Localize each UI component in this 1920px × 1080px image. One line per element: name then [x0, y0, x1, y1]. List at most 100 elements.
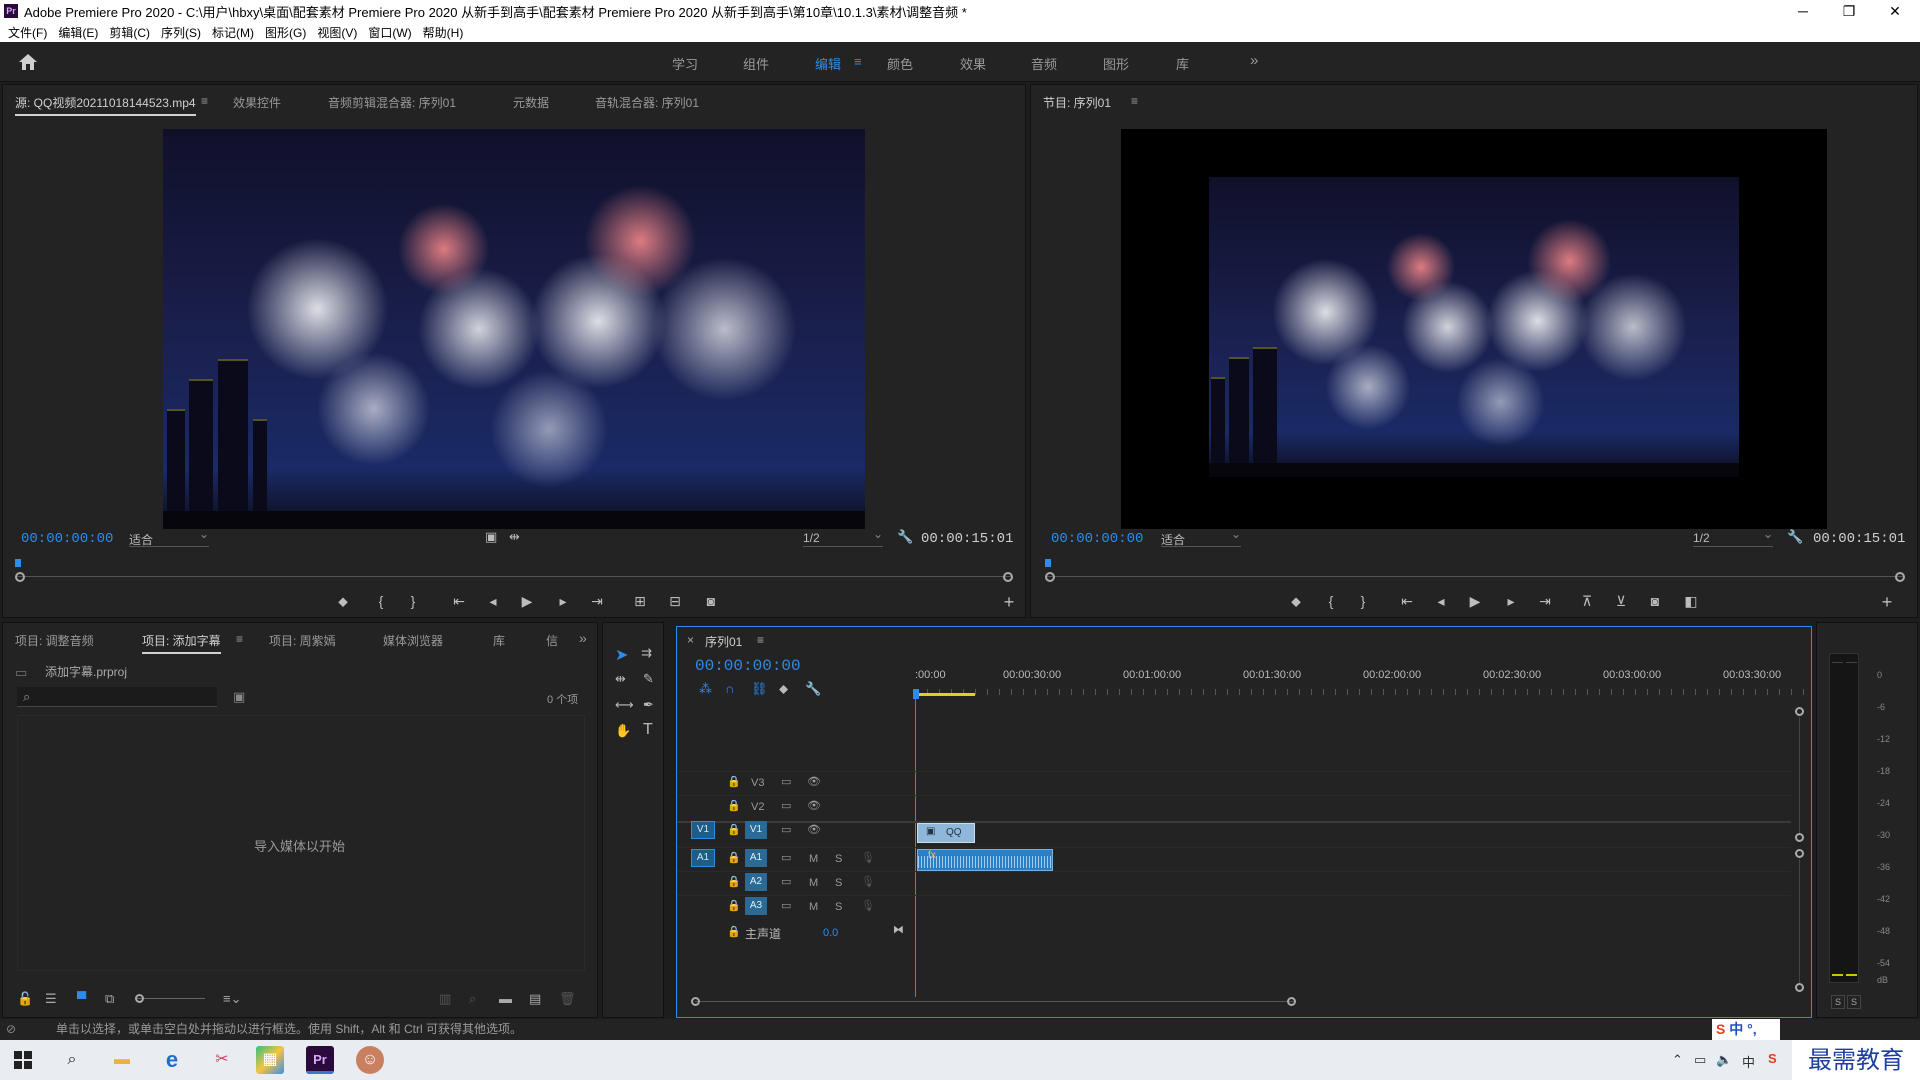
track-label-v2[interactable]: V2 — [751, 801, 764, 813]
program-timecode[interactable]: 00:00:00:00 — [1051, 531, 1143, 547]
workspace-tab-editing[interactable]: 编辑 — [815, 54, 841, 73]
workspace-tab-color[interactable]: 颜色 — [887, 54, 913, 73]
program-add-button[interactable]: + — [1877, 592, 1897, 613]
timeline-zoom-end-handle[interactable] — [1287, 997, 1296, 1006]
edge-browser-icon[interactable]: e — [158, 1046, 186, 1074]
tab-audio-clip-mixer[interactable]: 音频剪辑混合器: 序列01 — [328, 94, 456, 111]
tab-project-adjust-audio[interactable]: 项目: 调整音频 — [15, 632, 94, 649]
source-export-frame-camera-icon[interactable]: ◙ — [701, 593, 721, 609]
tab-libraries[interactable]: 库 — [493, 632, 505, 649]
a3-solo-button[interactable]: S — [835, 901, 842, 913]
ripple-edit-tool-icon[interactable]: ⇹ — [615, 671, 626, 687]
a1-voiceover-mic-icon[interactable]: 🎙 — [861, 851, 875, 864]
tab-source[interactable]: 源: QQ视频20211018144523.mp4 — [15, 94, 196, 116]
v3-eye-icon[interactable]: 👁 — [807, 775, 821, 788]
source-settings-wrench-icon[interactable]: 🔧 — [897, 529, 913, 545]
tab-program[interactable]: 节目: 序列01 — [1043, 94, 1111, 111]
source-insert-icon[interactable]: ▣ — [485, 529, 497, 545]
tray-chevron-icon[interactable]: ⌃ — [1672, 1052, 1683, 1068]
workspace-tab-graphics[interactable]: 图形 — [1103, 54, 1129, 73]
audio-scroll-top-handle[interactable] — [1795, 849, 1804, 858]
tab-info[interactable]: 信 — [546, 632, 558, 649]
program-go-to-out-button[interactable]: ⇥ — [1535, 593, 1555, 610]
a3-voiceover-mic-icon[interactable]: 🎙 — [861, 899, 875, 912]
audio-clip[interactable]: fx — [917, 849, 1053, 871]
user-photo-app-icon[interactable]: ☺ — [356, 1046, 384, 1074]
timeline-close-icon[interactable]: × — [687, 633, 694, 647]
source-playhead[interactable] — [15, 559, 21, 567]
selection-tool-icon[interactable]: ➤ — [615, 645, 628, 665]
work-area-bar[interactable] — [915, 693, 975, 696]
source-timecode[interactable]: 00:00:00:00 — [21, 531, 113, 547]
program-step-forward-button[interactable]: ▸ — [1501, 593, 1521, 610]
v2-sync-icon[interactable]: ▭ — [781, 799, 791, 812]
time-ruler[interactable]: :00:00 00:00:30:00 00:01:00:00 00:01:30:… — [915, 669, 1805, 697]
slip-tool-icon[interactable]: ⟷ — [615, 697, 634, 713]
program-resolution-dropdown[interactable]: 1/2 — [1693, 527, 1773, 547]
source-drag-icon[interactable]: ⇹ — [509, 529, 520, 545]
menu-graphics[interactable]: 图形(G) — [265, 24, 306, 41]
meter-solo-right-button[interactable]: S — [1847, 995, 1861, 1009]
zoom-slider-handle[interactable] — [135, 994, 144, 1003]
workspace-overflow-button[interactable]: » — [1250, 52, 1258, 69]
snap-magnet-icon[interactable]: ∩ — [725, 681, 734, 696]
pen-tool-icon[interactable]: ✒ — [643, 697, 654, 713]
add-marker-icon[interactable]: ⬥ — [779, 681, 788, 697]
source-mark-out-button[interactable]: } — [403, 593, 423, 609]
project-lock-icon[interactable]: 🔓 — [17, 991, 33, 1007]
track-label-v1[interactable]: V1 — [745, 821, 767, 839]
source-resolution-dropdown[interactable]: 1/2 — [803, 527, 883, 547]
workspace-tab-libraries[interactable]: 库 — [1176, 54, 1189, 73]
program-mark-in-button[interactable]: { — [1321, 593, 1341, 609]
a1-mute-button[interactable]: M — [809, 853, 818, 865]
program-go-to-in-button[interactable]: ⇤ — [1397, 593, 1417, 610]
track-label-a1[interactable]: A1 — [745, 849, 767, 867]
program-fit-dropdown[interactable]: 适合 — [1161, 527, 1241, 547]
source-zoom-start-handle[interactable] — [15, 572, 25, 582]
a3-sync-icon[interactable]: ▭ — [781, 899, 791, 912]
icon-view-icon[interactable]: ▀ — [77, 991, 86, 1006]
workspace-tab-effects[interactable]: 效果 — [960, 54, 986, 73]
source-step-back-button[interactable]: ◂ — [483, 593, 503, 610]
colorful-app-icon[interactable]: ▦ — [256, 1046, 284, 1074]
track-select-tool-icon[interactable]: ⇉ — [641, 645, 652, 661]
source-fit-dropdown[interactable]: 适合 — [129, 527, 209, 547]
a2-solo-button[interactable]: S — [835, 877, 842, 889]
tab-audio-track-mixer[interactable]: 音轨混合器: 序列01 — [595, 94, 699, 111]
network-icon[interactable]: ▭ — [1694, 1052, 1706, 1068]
workspace-menu-icon[interactable]: ≡ — [854, 54, 862, 69]
video-scroll-bottom-handle[interactable] — [1795, 833, 1804, 842]
program-lift-button[interactable]: ⊼ — [1577, 593, 1597, 610]
taskbar-search-icon[interactable]: ⌕ — [58, 1046, 86, 1074]
project-drop-area[interactable]: 导入媒体以开始 — [17, 715, 585, 971]
source-step-forward-button[interactable]: ▸ — [553, 593, 573, 610]
v1-sync-icon[interactable]: ▭ — [781, 823, 791, 836]
a2-mute-button[interactable]: M — [809, 877, 818, 889]
program-export-frame-camera-icon[interactable]: ◙ — [1645, 593, 1665, 609]
sogou-tray-icon[interactable]: S — [1768, 1051, 1777, 1066]
timeline-horizontal-scrollbar[interactable] — [695, 1001, 1295, 1002]
volume-icon[interactable]: 🔈 — [1716, 1052, 1732, 1068]
track-label-v3[interactable]: V3 — [751, 777, 764, 789]
zoom-slider[interactable] — [137, 998, 205, 999]
a3-lock-icon[interactable]: 🔒 — [727, 899, 741, 912]
menu-clip[interactable]: 剪辑(C) — [109, 24, 150, 41]
restore-button[interactable]: ❐ — [1826, 0, 1872, 22]
clear-icon[interactable]: 🗑 — [559, 991, 576, 1007]
program-extract-button[interactable]: ⊻ — [1611, 593, 1631, 610]
source-tab-menu-icon[interactable]: ≡ — [201, 94, 208, 108]
project-tab-menu-icon[interactable]: ≡ — [236, 632, 243, 646]
program-scrub-bar[interactable] — [1047, 576, 1905, 577]
program-tab-menu-icon[interactable]: ≡ — [1131, 94, 1138, 108]
a1-lock-icon[interactable]: 🔒 — [727, 851, 741, 864]
source-add-button[interactable]: + — [999, 592, 1019, 613]
a1-sync-icon[interactable]: ▭ — [781, 851, 791, 864]
source-zoom-end-handle[interactable] — [1003, 572, 1013, 582]
source-insert-button[interactable]: ⊞ — [630, 593, 650, 610]
automate-to-sequence-icon[interactable]: ▥ — [439, 991, 451, 1007]
program-zoom-end-handle[interactable] — [1895, 572, 1905, 582]
linked-selection-icon[interactable]: ⛓ — [751, 681, 768, 697]
timeline-tab-menu-icon[interactable]: ≡ — [757, 633, 764, 647]
razor-tool-icon[interactable]: ✎ — [643, 671, 654, 687]
meter-solo-left-button[interactable]: S — [1831, 995, 1845, 1009]
